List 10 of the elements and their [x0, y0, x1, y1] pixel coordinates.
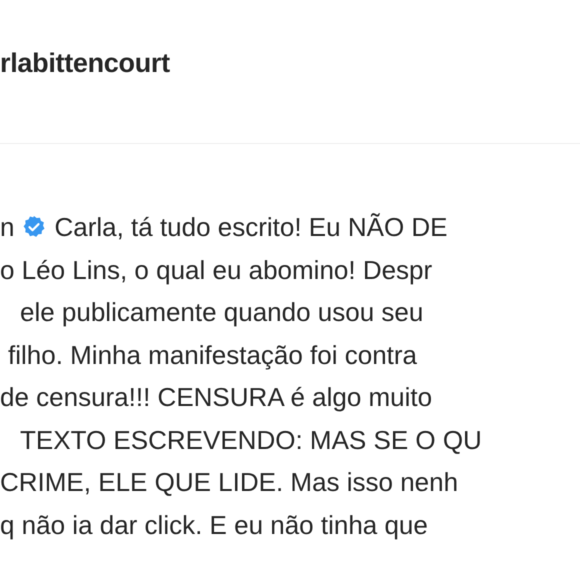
- comment-author[interactable]: n: [0, 211, 14, 244]
- comment-text-line: CRIME, ELE QUE LIDE. Mas isso nenh: [0, 466, 458, 498]
- comment-text-line: q não ia dar click. E eu não tinha que: [0, 508, 428, 541]
- comment-text-line: filho. Minha manifestação foi contra: [8, 338, 417, 371]
- comment-text-line: TEXTO ESCREVENDO: MAS SE O QU: [20, 424, 482, 456]
- username[interactable]: rlabittencourt: [0, 48, 170, 79]
- comment-text-line: Carla, tá tudo escrito! Eu NÃO DE: [54, 211, 448, 244]
- comment-text-line: o Léo Lins, o qual eu abomino! Despr: [0, 254, 432, 286]
- comment-text-line: ele publicamente quando usou seu: [20, 296, 424, 328]
- comment-text-line: de censura!!! CENSURA é algo muito: [0, 381, 432, 414]
